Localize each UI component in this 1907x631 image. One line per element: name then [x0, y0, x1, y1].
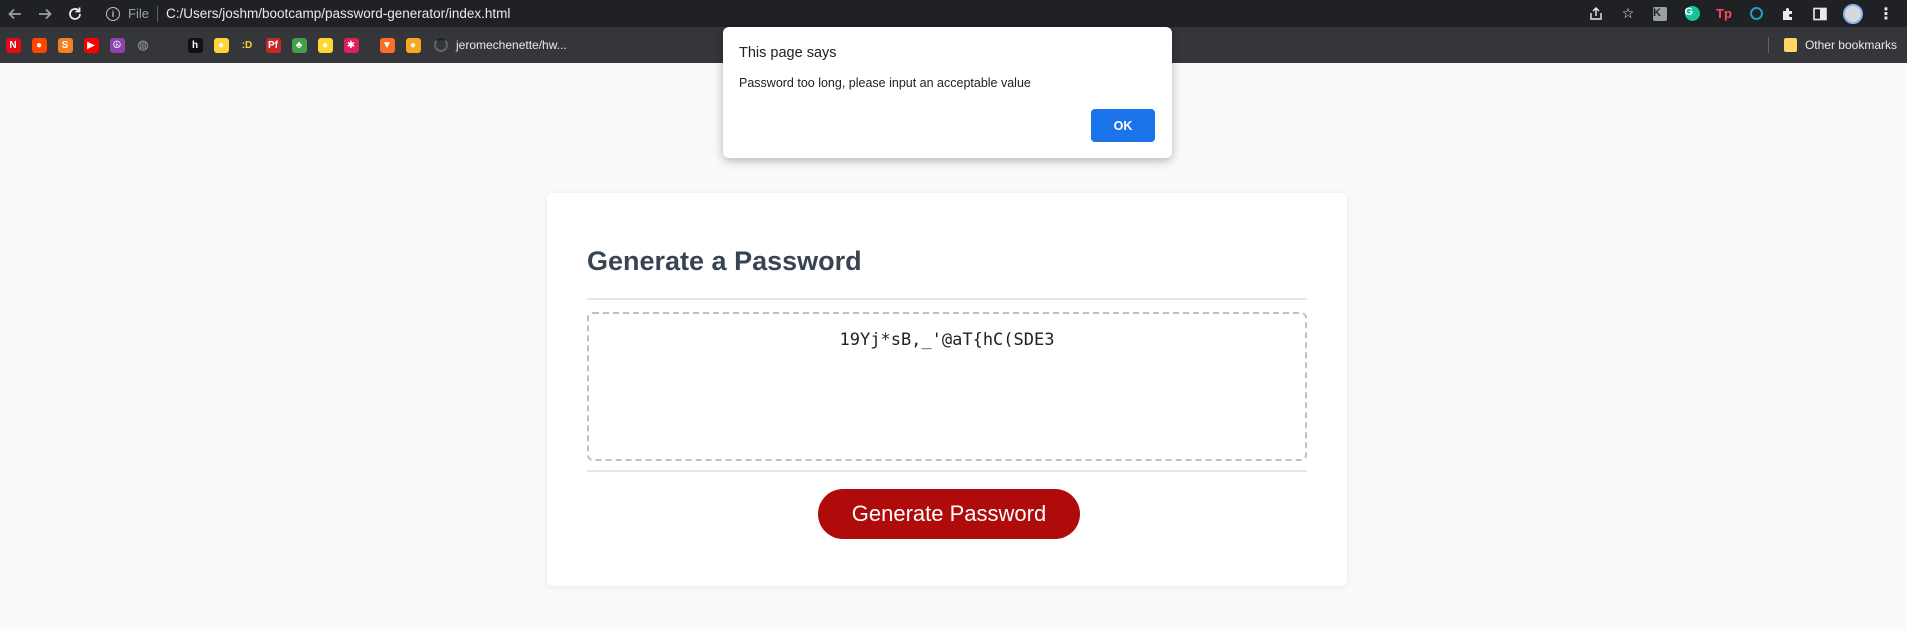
ok-button[interactable]: OK — [1091, 109, 1155, 142]
alert-dialog: This page says Password too long, please… — [723, 27, 1172, 158]
hulu-icon: h — [187, 37, 203, 53]
page-title: Generate a Password — [587, 246, 862, 276]
bookmark-lemon[interactable]: ● — [312, 27, 338, 63]
globe-icon: ◍ — [137, 37, 149, 52]
share-icon[interactable] — [1587, 5, 1605, 23]
address-bar[interactable]: i File C:/Users/joshm/bootcamp/password-… — [96, 1, 1566, 26]
bookmark-jeromechenette[interactable]: jeromechenette/hw... — [434, 38, 567, 52]
side-panel-icon[interactable] — [1811, 5, 1829, 23]
bookmark-netflix[interactable]: N — [0, 27, 26, 63]
file-label: File — [128, 6, 149, 21]
bookmark-python[interactable]: ● — [208, 27, 234, 63]
reddit-icon: ● — [31, 37, 47, 53]
bookmark-slack[interactable]: ✱ — [338, 27, 364, 63]
bookmark-youtube[interactable]: ▶ — [78, 27, 104, 63]
ring-extension-icon[interactable] — [1747, 5, 1765, 23]
divider-top — [587, 298, 1307, 300]
url-text[interactable]: C:/Users/joshm/bootcamp/password-generat… — [166, 6, 510, 21]
youtube-icon: ▶ — [83, 37, 99, 53]
pf-icon: Pf — [265, 37, 281, 53]
bookmark-gitlab[interactable]: ▼ — [374, 27, 400, 63]
avatar[interactable] — [1843, 3, 1863, 24]
coin-icon: ● — [405, 37, 421, 53]
bookmark-coin[interactable]: ● — [400, 27, 426, 63]
gitlab-icon: ▼ — [379, 37, 395, 53]
other-bookmarks[interactable]: Other bookmarks — [1783, 27, 1897, 63]
bookmark-label: jeromechenette/hw... — [456, 38, 567, 52]
tree-icon: ♣ — [291, 37, 307, 53]
stackoverflow-icon: S — [57, 37, 73, 53]
info-icon[interactable]: i — [106, 6, 120, 21]
password-output[interactable]: 19Yj*sB,_'@aT{hC(SDE3 — [587, 312, 1307, 461]
extension-k-icon[interactable]: K — [1651, 5, 1669, 23]
bookmark-reddit[interactable]: ● — [26, 27, 52, 63]
lemon-icon: ● — [317, 37, 333, 53]
bookmark-pf[interactable]: Pf — [260, 27, 286, 63]
generate-password-button[interactable]: Generate Password — [818, 489, 1080, 539]
colon-d-icon: :D — [239, 37, 255, 53]
python-icon: ● — [213, 37, 229, 53]
bookmarks-separator — [1768, 37, 1769, 53]
bookmark-hulu[interactable]: h — [182, 27, 208, 63]
netflix-icon: N — [5, 37, 21, 53]
dialog-title: This page says — [739, 45, 837, 61]
bookmark-globe[interactable]: ◍ — [130, 27, 156, 63]
kebab-menu-icon[interactable]: ⋮ — [1877, 5, 1895, 23]
password-card: Generate a Password 19Yj*sB,_'@aT{hC(SDE… — [547, 193, 1347, 586]
grammarly-icon[interactable]: G — [1683, 5, 1701, 23]
bookmark-apple[interactable] — [156, 27, 182, 63]
loading-icon — [434, 38, 448, 52]
other-bookmarks-label: Other bookmarks — [1804, 38, 1897, 52]
puzzle-icon[interactable] — [1779, 5, 1797, 23]
bookmark-icons: N ● S ▶ ☮ ◍ h ● :D Pf ♣ ● ✱ ▼ ● — [0, 27, 426, 63]
bookmark-stackoverflow[interactable]: S — [52, 27, 78, 63]
folder-icon — [1783, 38, 1797, 52]
peace-icon: ☮ — [109, 37, 125, 53]
slack-icon: ✱ — [343, 37, 359, 53]
forward-icon[interactable] — [30, 0, 60, 27]
back-icon[interactable] — [0, 0, 30, 27]
bookmark-peace[interactable]: ☮ — [104, 27, 130, 63]
apple-icon — [162, 38, 177, 53]
tp-icon[interactable]: Tp — [1715, 5, 1733, 23]
star-icon[interactable]: ☆ — [1619, 5, 1637, 23]
bookmark-tree[interactable]: ♣ — [286, 27, 312, 63]
bookmark-colon-d[interactable]: :D — [234, 27, 260, 63]
toolbar-right-icons: ☆ K G Tp ⋮ — [1587, 0, 1907, 27]
dialog-message: Password too long, please input an accep… — [739, 76, 1031, 90]
browser-toolbar: i File C:/Users/joshm/bootcamp/password-… — [0, 0, 1907, 27]
reload-icon[interactable] — [60, 0, 90, 27]
address-separator — [156, 5, 158, 22]
divider-bottom — [587, 470, 1307, 472]
